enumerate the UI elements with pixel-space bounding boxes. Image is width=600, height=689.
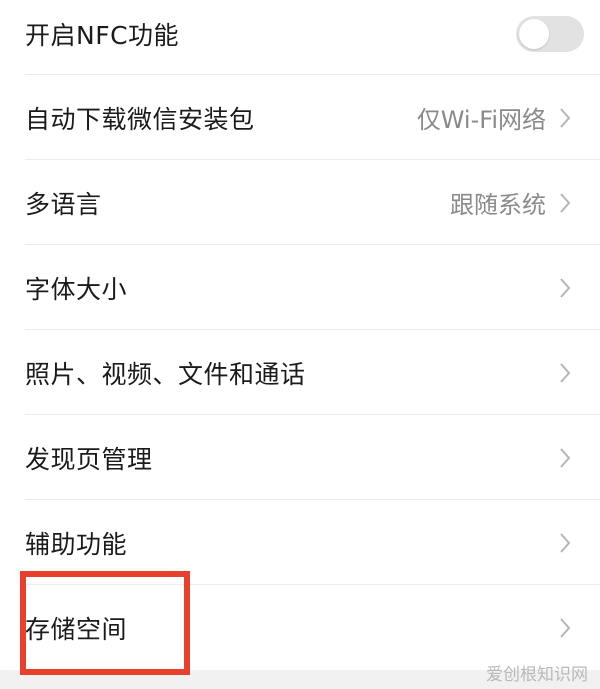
settings-row-label: 自动下载微信安装包 (25, 104, 255, 134)
chevron-right-icon (560, 362, 571, 383)
settings-row-label: 发现页管理 (25, 444, 153, 474)
settings-row-nfc[interactable]: 开启NFC功能 (0, 0, 600, 75)
settings-row-discover[interactable]: 发现页管理 (0, 415, 600, 500)
settings-row-font-size[interactable]: 字体大小 (0, 245, 600, 330)
settings-row-label: 开启NFC功能 (25, 20, 180, 50)
settings-row-value: 仅Wi-Fi网络 (416, 106, 546, 134)
watermark-text: 爱创根知识网 (486, 665, 588, 685)
nfc-toggle[interactable] (516, 15, 584, 52)
toggle-knob (519, 18, 549, 49)
settings-row-auto-download[interactable]: 自动下载微信安装包 仅Wi-Fi网络 (0, 75, 600, 160)
settings-row-language[interactable]: 多语言 跟随系统 (0, 160, 600, 245)
settings-row-accessibility[interactable]: 辅助功能 (0, 500, 600, 585)
settings-screen: 开启NFC功能 自动下载微信安装包 仅Wi-Fi网络 多语言 跟随系统 字体大小… (0, 0, 600, 689)
chevron-right-icon (560, 277, 571, 298)
settings-row-value: 跟随系统 (450, 191, 546, 219)
settings-row-media[interactable]: 照片、视频、文件和通话 (0, 330, 600, 415)
settings-row-label: 字体大小 (25, 274, 128, 304)
chevron-right-icon (560, 532, 571, 553)
chevron-right-icon (560, 617, 571, 638)
settings-row-label: 照片、视频、文件和通话 (25, 359, 306, 389)
chevron-right-icon (560, 107, 571, 128)
settings-row-label: 多语言 (25, 189, 102, 219)
settings-row-label: 存储空间 (25, 614, 128, 644)
settings-row-storage[interactable]: 存储空间 (0, 585, 600, 670)
settings-list: 开启NFC功能 自动下载微信安装包 仅Wi-Fi网络 多语言 跟随系统 字体大小… (0, 0, 600, 670)
chevron-right-icon (560, 192, 571, 213)
chevron-right-icon (560, 447, 571, 468)
settings-row-label: 辅助功能 (25, 529, 128, 559)
